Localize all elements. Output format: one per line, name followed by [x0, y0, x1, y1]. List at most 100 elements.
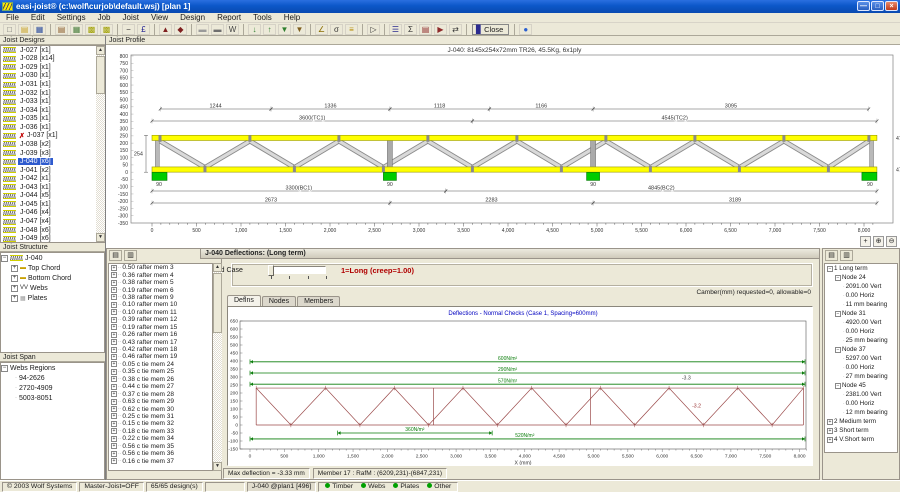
webs-region-item[interactable]: · 2720-4909: [1, 383, 104, 393]
stress-icon[interactable]: σ: [330, 23, 343, 35]
reaction-value[interactable]: · 0.00 Horiz: [825, 363, 897, 372]
pointer-icon[interactable]: ▷: [367, 23, 380, 35]
node-item[interactable]: − Node 31: [825, 309, 897, 318]
print-icon[interactable]: ▥: [840, 250, 853, 261]
expand-box[interactable]: +: [827, 436, 833, 443]
member-deflection-item[interactable]: + ·· 0.38 rafter mem 5: [109, 279, 212, 286]
plan-edit-icon[interactable]: ▩: [100, 23, 113, 35]
joist-design-item[interactable]: J-029 [x1]: [1, 63, 104, 72]
pan-icon[interactable]: +: [860, 236, 871, 247]
joist-grid-icon[interactable]: ▦: [70, 23, 83, 35]
open-folder-icon[interactable]: ▤: [18, 23, 31, 35]
expand-box[interactable]: +: [111, 458, 117, 465]
collapse-box[interactable]: −: [835, 346, 841, 353]
expand-box[interactable]: +: [111, 361, 117, 368]
node-item[interactable]: − Node 24: [825, 273, 897, 282]
menu-edit[interactable]: Edit: [25, 13, 51, 23]
joist-design-item[interactable]: ✗ J-037 [x1]: [1, 132, 104, 141]
expand-box[interactable]: +: [111, 406, 117, 413]
save-icon[interactable]: ▦: [33, 23, 46, 35]
member-deflection-item[interactable]: + ·· 0.39 rafter mem 12: [109, 316, 212, 323]
member-deflection-item[interactable]: + ·· 0.26 rafter mem 16: [109, 331, 212, 338]
scroll-thumb[interactable]: [96, 56, 105, 94]
new-file-icon[interactable]: □: [3, 23, 16, 35]
load-term-item[interactable]: +2 Medium term: [825, 417, 897, 426]
member-deflection-item[interactable]: + ·· 0.22 c tie mem 34: [109, 435, 212, 442]
expand-box[interactable]: +: [111, 287, 117, 294]
joist-design-item[interactable]: J-038 [x2]: [1, 140, 104, 149]
reaction-value[interactable]: · 4920.00 Vert: [825, 318, 897, 327]
expand-box[interactable]: +: [111, 383, 117, 390]
reaction-value[interactable]: · 0.00 Horiz: [825, 327, 897, 336]
member-deflection-item[interactable]: + ·· 0.25 c tie mem 31: [109, 413, 212, 420]
member-deflection-item[interactable]: + ·· 0.42 rafter mem 18: [109, 346, 212, 353]
member-deflection-item[interactable]: + ·· 0.37 c tie mem 28: [109, 390, 212, 398]
zoom-in-icon[interactable]: ⊕: [873, 236, 884, 247]
expand-box[interactable]: +: [111, 346, 117, 353]
members-scrollbar[interactable]: ▲ ▼: [213, 263, 222, 471]
joist-design-item[interactable]: J-047 [x4]: [1, 217, 104, 226]
expand-box[interactable]: +: [111, 264, 117, 271]
dimension-icon[interactable]: ▬: [196, 23, 209, 35]
wind-load-icon[interactable]: ↓: [248, 23, 261, 35]
load-term-item[interactable]: −1 Long term: [825, 264, 897, 273]
node-item[interactable]: − Node 45: [825, 381, 897, 390]
zoom-out-icon[interactable]: ⊖: [886, 236, 897, 247]
expand-box[interactable]: +: [111, 324, 117, 331]
report-sheet-icon[interactable]: ▤: [419, 23, 432, 35]
deflection-icon[interactable]: ≡: [345, 23, 358, 35]
webs-region-item[interactable]: · 5003-8051: [1, 393, 104, 403]
expand-box[interactable]: +: [111, 309, 117, 316]
menu-file[interactable]: File: [0, 13, 25, 23]
load-term-item[interactable]: +3 Short term: [825, 426, 897, 435]
structure-item-webs[interactable]: + VV Webs: [1, 283, 104, 293]
expand-box[interactable]: +: [111, 272, 117, 279]
joist-design-item[interactable]: J-043 [x1]: [1, 183, 104, 192]
reaction-value[interactable]: · 2381.00 Vert: [825, 390, 897, 399]
joist-design-item[interactable]: J-046 [x4]: [1, 209, 104, 218]
reaction-value[interactable]: · 25 mm bearing: [825, 336, 897, 345]
structure-item-top-chord[interactable]: + ▬ Top Chord: [1, 263, 104, 273]
reaction-value[interactable]: · 27 mm bearing: [825, 372, 897, 381]
member-deflection-item[interactable]: + ·· 0.46 rafter mem 19: [109, 353, 212, 360]
menu-settings[interactable]: Settings: [51, 13, 92, 23]
menu-report[interactable]: Report: [211, 13, 247, 23]
joist-design-item[interactable]: J-044 [x5]: [1, 192, 104, 201]
expand-box[interactable]: +: [11, 264, 18, 272]
member-deflection-item[interactable]: + ·· 0.56 c tie mem 36: [109, 450, 212, 457]
structure-item-bottom-chord[interactable]: + ▬ Bottom Chord: [1, 273, 104, 283]
minus-icon[interactable]: −: [122, 23, 135, 35]
member-deflection-item[interactable]: + ·· 0.16 c tie mem 37: [109, 457, 212, 465]
member-deflection-item[interactable]: + ·· 0.56 c tie mem 35: [109, 443, 212, 450]
loads-icon[interactable]: ◆: [174, 23, 187, 35]
member-deflection-item[interactable]: + ·· 0.18 c tie mem 33: [109, 428, 212, 435]
transfer-icon[interactable]: ⇄: [449, 23, 462, 35]
scroll-up-arrow[interactable]: ▲: [96, 46, 105, 55]
slider-thumb[interactable]: [268, 265, 274, 276]
structure-item-plates[interactable]: + ▦ Plates: [1, 293, 104, 303]
expand-box[interactable]: +: [11, 294, 18, 302]
load-term-item[interactable]: +4 V.Short term: [825, 435, 897, 444]
member-deflection-item[interactable]: + ·· 0.10 rafter mem 10: [109, 301, 212, 308]
expand-box[interactable]: +: [111, 368, 117, 375]
menu-tools[interactable]: Tools: [247, 13, 278, 23]
menu-help[interactable]: Help: [278, 13, 306, 23]
load-case-slider[interactable]: [268, 265, 326, 276]
bearing-icon[interactable]: ▬: [211, 23, 224, 35]
member-deflection-item[interactable]: + ·· 0.38 rafter mem 9: [109, 294, 212, 301]
joist-design-item[interactable]: J-045 [x1]: [1, 200, 104, 209]
member-deflection-item[interactable]: + ·· 0.36 rafter mem 4: [109, 271, 212, 279]
joist-design-item[interactable]: J-036 [x1]: [1, 123, 104, 132]
point-load-icon[interactable]: ▼: [278, 23, 291, 35]
joist-design-item[interactable]: J-030 [x1]: [1, 72, 104, 81]
uplift-load-icon[interactable]: ↑: [263, 23, 276, 35]
expand-box[interactable]: +: [11, 274, 18, 282]
expand-box[interactable]: +: [111, 316, 117, 323]
expand-box[interactable]: +: [111, 353, 117, 360]
report-run-icon[interactable]: ▶: [434, 23, 447, 35]
webs-region-item[interactable]: · 94-2626: [1, 373, 104, 383]
expand-box[interactable]: +: [111, 420, 117, 427]
reaction-value[interactable]: · 0.00 Horiz: [825, 291, 897, 300]
area-load-icon[interactable]: ▼: [293, 23, 306, 35]
joist-design-item[interactable]: J-035 [x1]: [1, 115, 104, 124]
